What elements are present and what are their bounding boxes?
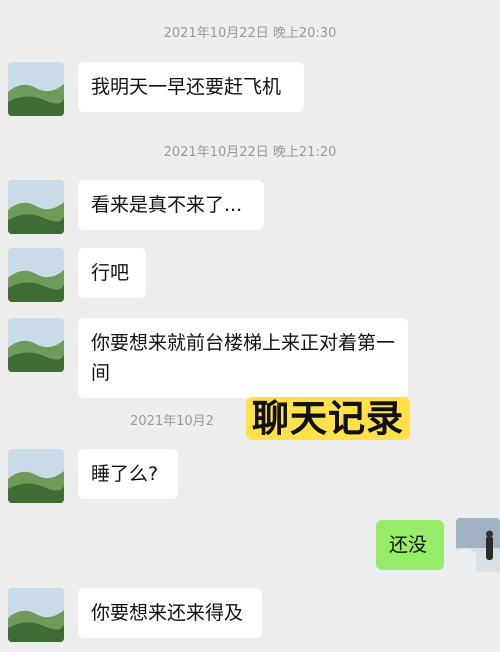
- message-text: 我明天一早还要赶飞机: [91, 76, 282, 98]
- message-bubble[interactable]: 你要想来就前台楼梯上来正对着第一间: [78, 318, 408, 398]
- caption-text: 聊天记录: [246, 397, 410, 440]
- timestamp: 2021年10月22日 晚上21:20: [163, 145, 337, 160]
- self-message-bubble[interactable]: 还没: [376, 520, 444, 570]
- contact-avatar[interactable]: [8, 318, 64, 372]
- message-bubble[interactable]: 我明天一早还要赶飞机: [78, 62, 304, 112]
- message-text: 行吧: [91, 262, 130, 284]
- landscape-avatar-image: [8, 180, 64, 234]
- message-bubble[interactable]: 睡了么?: [78, 449, 178, 499]
- message-text: 你要想来还来得及: [91, 602, 244, 624]
- message-text: 还没: [389, 534, 428, 556]
- self-avatar[interactable]: [456, 518, 500, 572]
- message-bubble[interactable]: 看来是真不来了...: [78, 180, 264, 230]
- landscape-avatar-image: [8, 62, 64, 116]
- message-bubble[interactable]: 你要想来还来得及: [78, 588, 262, 638]
- contact-avatar[interactable]: [8, 248, 64, 302]
- timestamp: 2021年10月22日 晚上20:30: [163, 26, 337, 41]
- landscape-avatar-image: [8, 248, 64, 302]
- landscape-avatar-image: [8, 318, 64, 372]
- landscape-avatar-image: [8, 449, 64, 503]
- message-bubble[interactable]: 行吧: [78, 248, 146, 298]
- contact-avatar[interactable]: [8, 449, 64, 503]
- contact-avatar[interactable]: [8, 180, 64, 234]
- landscape-avatar-image: [8, 588, 64, 642]
- video-caption-overlay: 聊天记录: [246, 388, 410, 442]
- message-text: 睡了么?: [91, 463, 159, 485]
- contact-avatar[interactable]: [8, 588, 64, 642]
- message-text: 你要想来就前台楼梯上来正对着第一间: [91, 332, 396, 384]
- message-text: 看来是真不来了...: [91, 194, 243, 216]
- contact-avatar[interactable]: [8, 62, 64, 116]
- person-photo-avatar-image: [456, 518, 500, 572]
